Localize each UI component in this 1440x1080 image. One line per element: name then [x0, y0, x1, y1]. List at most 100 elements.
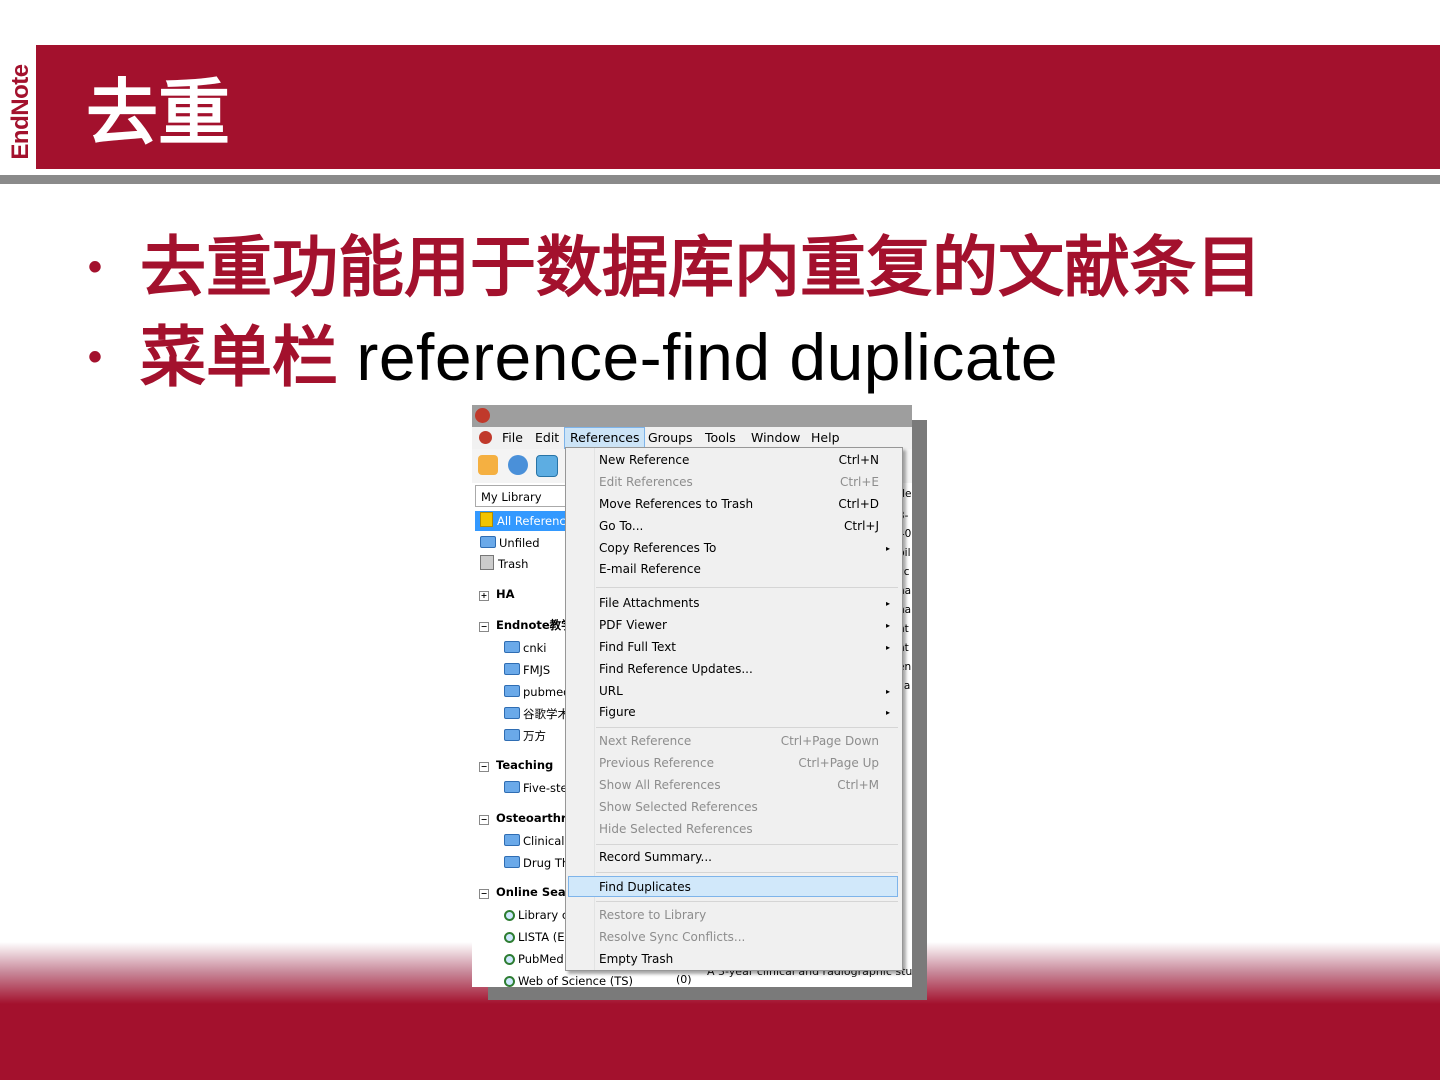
menu-references[interactable]: References [564, 427, 646, 449]
group-item-pubmed[interactable]: pubmed [504, 682, 568, 702]
group-label: Online Searc [496, 885, 568, 899]
menu-item-find-reference-updates[interactable]: Find Reference Updates... [568, 659, 898, 680]
slide-title: 去重 [86, 71, 231, 155]
menu-item-previous-reference[interactable]: Previous Reference Ctrl+Page Up [568, 753, 898, 774]
menu-item-email-reference[interactable]: E-mail Reference [568, 559, 898, 580]
group-item-five-step[interactable]: Five-ste [504, 778, 568, 798]
group-item-label: FMJS [523, 663, 551, 677]
group-osteoarthritis[interactable]: −Osteoarthrit [479, 808, 568, 828]
online-item-web-of-science[interactable]: Web of Science (TS) [504, 971, 633, 987]
groups-panel: All Reference Unfiled Trash + HA − Endnote… [472, 509, 568, 987]
bullet-dot: • [88, 245, 103, 289]
menu-item-show-selected-references[interactable]: Show Selected References [568, 797, 898, 818]
window-titlebar [472, 405, 912, 427]
menu-item-next-reference[interactable]: Next Reference Ctrl+Page Down [568, 731, 898, 752]
menu-item-label: Previous Reference [599, 756, 714, 770]
menu-item-label: Restore to Library [599, 908, 707, 922]
group-item-drug[interactable]: Drug Th [504, 853, 568, 873]
endnote-screenshot: File Edit References Groups Tools Window… [472, 405, 912, 987]
integrated-library-icon[interactable] [536, 455, 558, 477]
menu-file[interactable]: File [502, 430, 523, 445]
book-icon [480, 512, 493, 527]
menu-item-label: Show All References [599, 778, 721, 792]
collapse-icon[interactable]: − [479, 889, 489, 899]
group-item-clinical[interactable]: Clinical [504, 831, 564, 851]
online-item-pubmed[interactable]: PubMed [504, 949, 564, 969]
menu-item-shortcut: Ctrl+Page Up [798, 756, 879, 770]
menu-help[interactable]: Help [811, 430, 840, 445]
menu-item-show-all-references[interactable]: Show All References Ctrl+M [568, 775, 898, 796]
menu-item-shortcut: Ctrl+Page Down [780, 734, 879, 748]
local-library-icon[interactable] [478, 455, 498, 475]
menu-item-label: Go To... [599, 519, 644, 533]
menu-item-shortcut: Ctrl+N [838, 453, 879, 467]
menu-item-find-full-text[interactable]: Find Full Text ▸ [568, 637, 898, 658]
menu-item-copy-references-to[interactable]: Copy References To ▸ [568, 538, 898, 559]
menu-item-new-reference[interactable]: New Reference Ctrl+N [568, 450, 898, 471]
menu-item-label: PDF Viewer [599, 618, 667, 632]
collapse-icon[interactable]: − [479, 622, 489, 632]
bullet-dot: • [88, 335, 103, 379]
online-item-lista[interactable]: LISTA (E [504, 927, 565, 947]
menu-item-label: New Reference [599, 453, 690, 467]
folder-icon [504, 781, 520, 793]
collapse-icon[interactable]: − [479, 762, 489, 772]
online-item-library[interactable]: Library c [504, 905, 568, 925]
library-select[interactable]: My Library [475, 485, 570, 507]
menu-item-pdf-viewer[interactable]: PDF Viewer ▸ [568, 615, 898, 636]
menu-window[interactable]: Window [751, 430, 800, 445]
menu-item-resolve-sync-conflicts[interactable]: Resolve Sync Conflicts... [568, 927, 898, 948]
menu-item-restore-to-library[interactable]: Restore to Library [568, 905, 898, 926]
menu-item-find-duplicates[interactable]: Find Duplicates [568, 876, 898, 897]
menu-groups[interactable]: Groups [648, 430, 693, 445]
unfiled-item[interactable]: Unfiled [480, 533, 540, 553]
group-endnote[interactable]: − Endnote教学 [479, 615, 568, 635]
group-ha[interactable]: + HA [479, 584, 515, 604]
folder-icon [504, 856, 520, 868]
folder-icon [504, 641, 520, 653]
group-item-google-scholar[interactable]: 谷歌学术 [504, 704, 568, 724]
all-references-item[interactable]: All Reference [475, 511, 568, 531]
menu-item-move-to-trash[interactable]: Move References to Trash Ctrl+D [568, 494, 898, 515]
result-count: (0) [676, 973, 692, 986]
group-item-fmjs[interactable]: FMJS [504, 660, 550, 680]
group-teaching[interactable]: − Teaching [479, 755, 553, 775]
online-item-label: Library c [518, 908, 568, 922]
menu-tools[interactable]: Tools [705, 430, 736, 445]
menu-item-label: E-mail Reference [599, 562, 701, 576]
menu-item-go-to[interactable]: Go To... Ctrl+J [568, 516, 898, 537]
menu-item-file-attachments[interactable]: File Attachments ▸ [568, 593, 898, 614]
trash-item[interactable]: Trash [480, 554, 528, 574]
menu-item-label: Move References to Trash [599, 497, 754, 511]
menu-item-figure[interactable]: Figure ▸ [568, 702, 898, 723]
expand-icon[interactable]: + [479, 591, 489, 601]
online-item-label: PubMed [518, 952, 564, 966]
group-online-search[interactable]: −Online Searc [479, 882, 568, 902]
menu-separator [596, 844, 898, 845]
search-icon [504, 954, 515, 965]
references-menu: New Reference Ctrl+N Edit References Ctrl+… [565, 447, 903, 971]
menu-item-label: Empty Trash [599, 952, 674, 966]
menu-item-label: Edit References [599, 475, 693, 489]
menu-item-label: Show Selected References [599, 800, 758, 814]
folder-icon [504, 729, 520, 741]
menu-item-label: URL [599, 684, 623, 698]
group-item-wanfang[interactable]: 万方 [504, 726, 546, 746]
collapse-icon[interactable]: − [479, 815, 489, 825]
menu-item-url[interactable]: URL ▸ [568, 681, 898, 702]
menu-item-label: Copy References To [599, 541, 717, 555]
menu-separator [596, 901, 898, 902]
group-item-cnki[interactable]: cnki [504, 638, 546, 658]
menu-item-empty-trash[interactable]: Empty Trash [568, 949, 898, 970]
menu-item-label: Hide Selected References [599, 822, 753, 836]
bullet-text-zh: 菜单栏 [140, 320, 338, 394]
menu-edit[interactable]: Edit [535, 430, 559, 445]
menu-item-record-summary[interactable]: Record Summary... [568, 847, 898, 868]
menu-item-label: Find Reference Updates... [599, 662, 753, 676]
online-search-icon[interactable] [508, 455, 528, 475]
submenu-arrow-icon: ▸ [885, 544, 890, 553]
menu-item-edit-references[interactable]: Edit References Ctrl+E [568, 472, 898, 493]
app-menu-icon[interactable] [479, 431, 492, 444]
all-references-label: All Reference [497, 514, 568, 528]
menu-item-hide-selected-references[interactable]: Hide Selected References [568, 819, 898, 840]
